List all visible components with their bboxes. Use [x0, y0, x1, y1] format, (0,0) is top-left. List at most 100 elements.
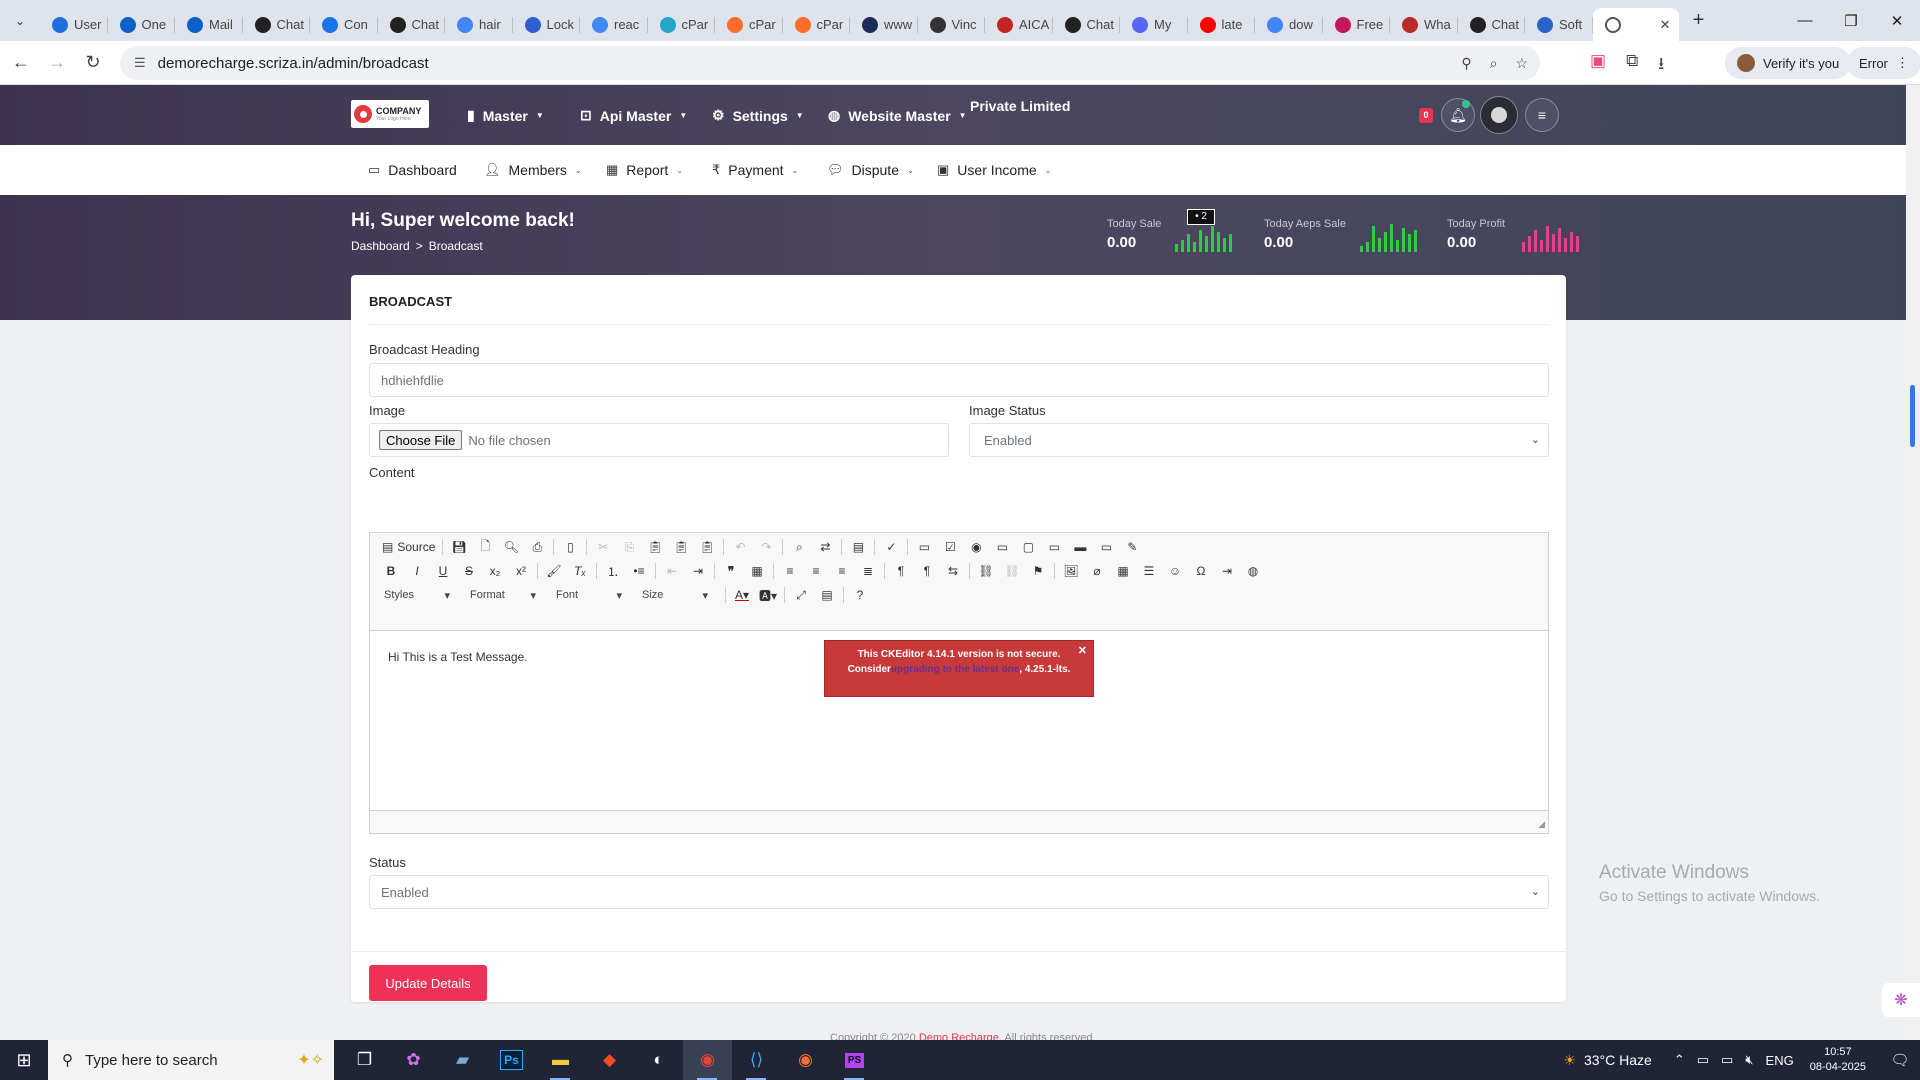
browser-tab[interactable]: Vinc [918, 8, 986, 41]
justify-icon[interactable]: ≣ [855, 560, 881, 582]
image-button-icon[interactable]: ▭ [1093, 536, 1119, 558]
language-icon[interactable]: ⇆ [940, 560, 966, 582]
subscript-icon[interactable]: x₂ [482, 560, 508, 582]
choose-file-button[interactable]: Choose File [379, 430, 463, 450]
device-icon[interactable]: ▭ [1697, 1052, 1709, 1068]
start-button[interactable]: ⊞ [0, 1040, 48, 1080]
indent-icon[interactable]: ⇥ [685, 560, 711, 582]
browser-tab[interactable]: Free [1323, 8, 1391, 41]
broadcast-heading-input[interactable]: hdhiehfdlie [369, 363, 1549, 397]
notification-center-icon[interactable]: 🗨︎ [1880, 1051, 1920, 1069]
browser-tab[interactable]: Chat [1053, 8, 1121, 41]
notes-app-icon[interactable]: ▰ [438, 1040, 487, 1080]
browser-tab[interactable]: User [40, 8, 108, 41]
nav-api-master[interactable]: ⊡ Api Master ▼ [580, 107, 687, 124]
textfield-icon[interactable]: ▭ [989, 536, 1015, 558]
table-icon[interactable]: ▦ [1110, 560, 1136, 582]
browser-tab[interactable]: www [850, 8, 918, 41]
new-tab-button[interactable]: + [1679, 9, 1719, 32]
select-field-icon[interactable]: ▭ [1041, 536, 1067, 558]
clock[interactable]: 10:57 08-04-2025 [1810, 1045, 1866, 1075]
copy-icon[interactable]: ⎘ [616, 536, 642, 558]
inkscape-icon[interactable]: ◐ [634, 1040, 683, 1080]
bulleted-list-icon[interactable]: •≡ [626, 560, 652, 582]
page-scrollbar-track[interactable] [1906, 85, 1920, 1040]
numbered-list-icon[interactable]: ⒈ [600, 560, 626, 582]
menu-members[interactable]: 👤︎ Members ⌄ [484, 162, 582, 178]
weather-widget[interactable]: ☀ 33°C Haze [1563, 1052, 1651, 1069]
restore-button[interactable]: ❐ [1828, 0, 1874, 41]
tab-active[interactable]: ✕ [1592, 8, 1679, 41]
align-left-icon[interactable]: ≡ [777, 560, 803, 582]
floating-widget-button[interactable]: ❋ [1882, 983, 1920, 1017]
cart-badge[interactable]: 0 [1419, 108, 1433, 123]
figma-icon[interactable]: ◆ [585, 1040, 634, 1080]
remove-format-icon[interactable]: Tₓ [567, 560, 593, 582]
image-icon[interactable]: 🖼︎ [1058, 560, 1084, 582]
tab-search-button[interactable]: ⌄ [0, 0, 40, 41]
help-icon[interactable]: ? [847, 584, 873, 606]
new-page-icon[interactable]: 🗋 [472, 536, 498, 558]
checkbox-icon[interactable]: ☑ [937, 536, 963, 558]
breadcrumb-home[interactable]: Dashboard [351, 239, 410, 253]
download-icon[interactable]: ⭳ [1658, 51, 1664, 80]
browser-tab[interactable]: dow [1255, 8, 1323, 41]
font-dropdown[interactable]: Font ▾ [550, 585, 628, 605]
chevron-up-icon[interactable]: ⌃ [1674, 1052, 1685, 1068]
chrome-icon[interactable]: ◉ [683, 1040, 732, 1080]
copilot-icon[interactable]: ✿ [389, 1040, 438, 1080]
vscode-icon[interactable]: ⟨⟩ [732, 1040, 781, 1080]
browser-tab[interactable]: Mail [175, 8, 243, 41]
page-break-icon[interactable]: ⇥ [1214, 560, 1240, 582]
form-icon[interactable]: ▭ [911, 536, 937, 558]
browser-tab[interactable]: Chat [243, 8, 311, 41]
source-button[interactable]: ▤ Source [378, 536, 439, 558]
site-info-icon[interactable]: ☰ [134, 55, 146, 71]
task-view-icon[interactable]: ❐ [340, 1040, 389, 1080]
iframe-icon[interactable]: ◍ [1240, 560, 1266, 582]
anchor-flag-icon[interactable]: ⚑ [1025, 560, 1051, 582]
rtl-icon[interactable]: ¶ [914, 560, 940, 582]
menu-dispute[interactable]: 💬︎ Dispute ⌄ [827, 162, 914, 178]
preview-icon[interactable]: 🔍︎ [498, 536, 524, 558]
special-char-icon[interactable]: Ω [1188, 560, 1214, 582]
outdent-icon[interactable]: ⇤ [659, 560, 685, 582]
extensions-puzzle-icon[interactable]: ⧉ [1626, 51, 1638, 80]
nav-settings[interactable]: ⚙ Settings ▼ [712, 107, 804, 124]
flash-icon[interactable]: ⌀ [1084, 560, 1110, 582]
close-window-button[interactable]: ✕ [1874, 0, 1920, 41]
cut-icon[interactable]: ✂ [590, 536, 616, 558]
smiley-icon[interactable]: ☺ [1162, 560, 1188, 582]
back-button[interactable]: ← [6, 52, 36, 73]
close-tab-icon[interactable]: ✕ [1660, 17, 1671, 33]
volume-mute-icon[interactable]: 🔇︎ [1745, 1052, 1753, 1068]
location-icon[interactable]: ⚲ [1461, 55, 1471, 72]
nav-website-master[interactable]: ◍ Website Master ▼ [828, 107, 967, 124]
browser-tab[interactable]: Wha [1390, 8, 1458, 41]
page-scrollbar-thumb[interactable] [1910, 385, 1915, 447]
strikethrough-icon[interactable]: S [456, 560, 482, 582]
hamburger-menu-button[interactable]: ≡ [1525, 98, 1559, 132]
browser-tab[interactable]: Chat [1458, 8, 1526, 41]
browser-tab[interactable]: late [1188, 8, 1256, 41]
bookmark-star-icon[interactable]: ☆ [1515, 55, 1528, 72]
browser-tab[interactable]: AICA [985, 8, 1053, 41]
save-icon[interactable]: 💾︎ [446, 536, 472, 558]
status-select[interactable]: Enabled ⌄ [369, 875, 1549, 909]
superscript-icon[interactable]: x² [508, 560, 534, 582]
spellcheck-icon[interactable]: ✓ [878, 536, 904, 558]
find-icon[interactable]: ⌕ [786, 536, 812, 558]
error-button[interactable]: Error ⋮ [1847, 47, 1920, 79]
browser-tab[interactable]: hair [445, 8, 513, 41]
ltr-icon[interactable]: ¶ [888, 560, 914, 582]
paste-text-icon[interactable]: 📋︎ [668, 536, 694, 558]
copy-format-icon[interactable]: 🖌︎ [541, 560, 567, 582]
resize-handle-icon[interactable]: ◢ [1538, 819, 1545, 830]
styles-dropdown[interactable]: Styles ▾ [378, 585, 456, 605]
button-field-icon[interactable]: ▬ [1067, 536, 1093, 558]
browser-tab[interactable]: Lock [513, 8, 581, 41]
browser-tab[interactable]: One [108, 8, 176, 41]
div-container-icon[interactable]: ▦ [744, 560, 770, 582]
extension-square-icon[interactable]: ▣ [1590, 51, 1606, 80]
show-blocks-icon[interactable]: ▤ [814, 584, 840, 606]
